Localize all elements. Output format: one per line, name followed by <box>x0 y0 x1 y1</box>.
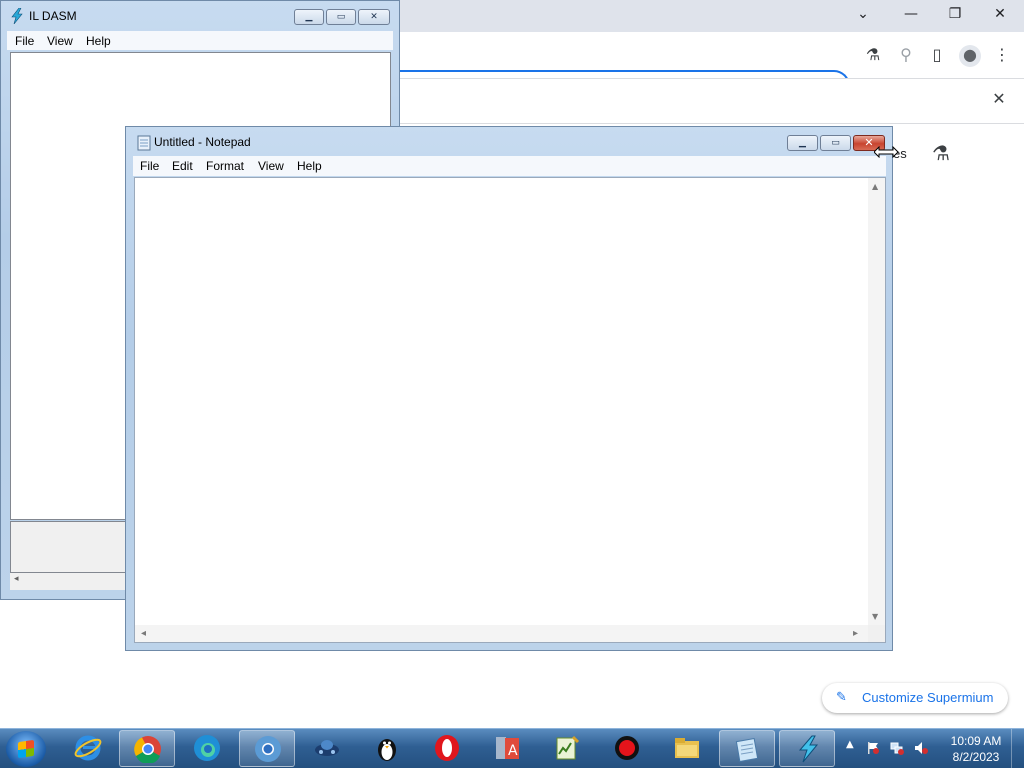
notepad-title: Untitled - Notepad <box>154 135 251 149</box>
windows-logo-icon <box>18 739 34 759</box>
ildasm-menu-file[interactable]: File <box>15 34 34 48</box>
profile-avatar-icon[interactable]: ● <box>959 45 981 67</box>
chrome-icon <box>134 736 161 763</box>
notepad-menubar: File Edit Format View Help <box>133 156 886 176</box>
notepad-menu-edit[interactable]: Edit <box>172 159 193 173</box>
notepad-horizontal-scrollbar[interactable]: ◂ ▸ <box>135 625 868 642</box>
taskbar-internet-explorer[interactable] <box>60 730 116 767</box>
ildasm-maximize-button[interactable]: ▭ <box>326 9 356 25</box>
notepad-menu-format[interactable]: Format <box>206 159 244 173</box>
notepad-window: Untitled - Notepad ▁ ▭ ✕ File Edit Forma… <box>125 126 893 651</box>
resize-cursor-icon <box>874 146 898 158</box>
network-tool-icon <box>315 740 339 756</box>
notepad-plus-icon <box>556 735 580 760</box>
network-icon[interactable] <box>890 741 904 755</box>
pencil-icon: ✎ <box>836 690 847 705</box>
ntp-labs-icon[interactable]: ⚗ <box>930 143 952 165</box>
notepad-text-area[interactable]: ▲ ▼ ◂ ▸ <box>134 177 886 643</box>
edge-icon <box>194 735 220 761</box>
access-database-icon: A <box>496 737 519 759</box>
ildasm-minimize-button[interactable]: ▁ <box>294 9 324 25</box>
clock-date: 8/2/2023 <box>952 750 1000 764</box>
scroll-down-icon[interactable]: ▼ <box>872 612 878 621</box>
ildasm-menu-view[interactable]: View <box>47 34 73 48</box>
notepad-minimize-button[interactable]: ▁ <box>787 135 818 151</box>
show-hidden-icons-icon[interactable]: ▲ <box>846 739 854 750</box>
tab-search-dropdown-icon[interactable]: ⌄ <box>845 4 881 24</box>
system-tray: ▲ 10:09 AM 8/2/2023 <box>840 729 1024 769</box>
notepad-vertical-scrollbar[interactable]: ▲ ▼ <box>868 178 885 626</box>
customize-button[interactable]: ✎ Customize Supermium <box>822 683 1008 713</box>
scroll-left-icon[interactable]: ◂ <box>141 628 146 639</box>
notepad-app-icon <box>137 135 151 151</box>
customize-label: Customize Supermium <box>862 690 994 705</box>
search-icon[interactable]: ⚲ <box>895 45 917 67</box>
browser-menu-icon[interactable]: ⋮ <box>991 45 1013 67</box>
labs-icon[interactable]: ⚗ <box>862 45 884 67</box>
taskbar-ildasm[interactable] <box>779 730 835 767</box>
taskbar-google-chrome[interactable] <box>119 730 175 767</box>
clock-time: 10:09 AM <box>950 734 1002 748</box>
browser-restore-button[interactable]: ❐ <box>937 4 973 24</box>
chromium-icon <box>255 736 281 762</box>
lightning-icon <box>798 735 819 763</box>
action-center-flag-icon[interactable] <box>866 741 880 755</box>
internet-explorer-icon <box>74 735 102 761</box>
svg-text:A: A <box>508 743 518 759</box>
record-icon <box>615 736 639 760</box>
taskbar-network-tool[interactable] <box>299 730 355 767</box>
scroll-left-icon[interactable]: ◂ <box>14 574 19 584</box>
taskbar-microsoft-edge[interactable] <box>179 730 235 767</box>
notepad-menu-help[interactable]: Help <box>297 159 322 173</box>
ildasm-close-button[interactable]: ✕ <box>358 9 390 25</box>
scroll-right-icon[interactable]: ▸ <box>853 628 858 639</box>
taskbar-opera[interactable] <box>419 730 475 767</box>
volume-muted-icon[interactable] <box>914 741 928 755</box>
system-clock[interactable]: 10:09 AM 8/2/2023 <box>944 733 1008 765</box>
browser-minimize-button[interactable]: — <box>893 4 929 24</box>
taskbar-windows-explorer[interactable] <box>659 730 715 767</box>
taskbar-access-database[interactable]: A <box>479 730 535 767</box>
notepad-icon <box>735 738 759 762</box>
taskbar-chromium[interactable] <box>239 730 295 767</box>
resize-grip-icon[interactable] <box>868 625 885 642</box>
ildasm-menu-help[interactable]: Help <box>86 34 111 48</box>
taskbar-recorder[interactable] <box>599 730 655 767</box>
side-panel-icon[interactable]: ▯ <box>926 45 948 67</box>
taskbar-notepad[interactable] <box>719 730 775 767</box>
scroll-up-icon[interactable]: ▲ <box>872 182 878 191</box>
show-desktop-button[interactable] <box>1011 729 1024 769</box>
opera-icon <box>435 735 459 761</box>
ildasm-menubar: File View Help <box>7 31 393 50</box>
browser-close-button[interactable]: ✕ <box>982 4 1018 24</box>
taskbar-notepad-plus[interactable] <box>539 730 595 767</box>
lightning-icon <box>11 8 23 24</box>
notepad-menu-file[interactable]: File <box>140 159 159 173</box>
folder-icon <box>675 738 699 758</box>
notepad-menu-view[interactable]: View <box>258 159 284 173</box>
penguin-icon <box>378 739 396 761</box>
taskbar: A ▲ 10:09 AM 8/2/2023 <box>0 728 1024 769</box>
notepad-maximize-button[interactable]: ▭ <box>820 135 851 151</box>
ildasm-title: IL DASM <box>29 9 77 23</box>
infobar-close-icon[interactable]: ✕ <box>988 89 1010 111</box>
start-button[interactable] <box>6 731 46 767</box>
taskbar-penguin-app[interactable] <box>359 730 415 767</box>
